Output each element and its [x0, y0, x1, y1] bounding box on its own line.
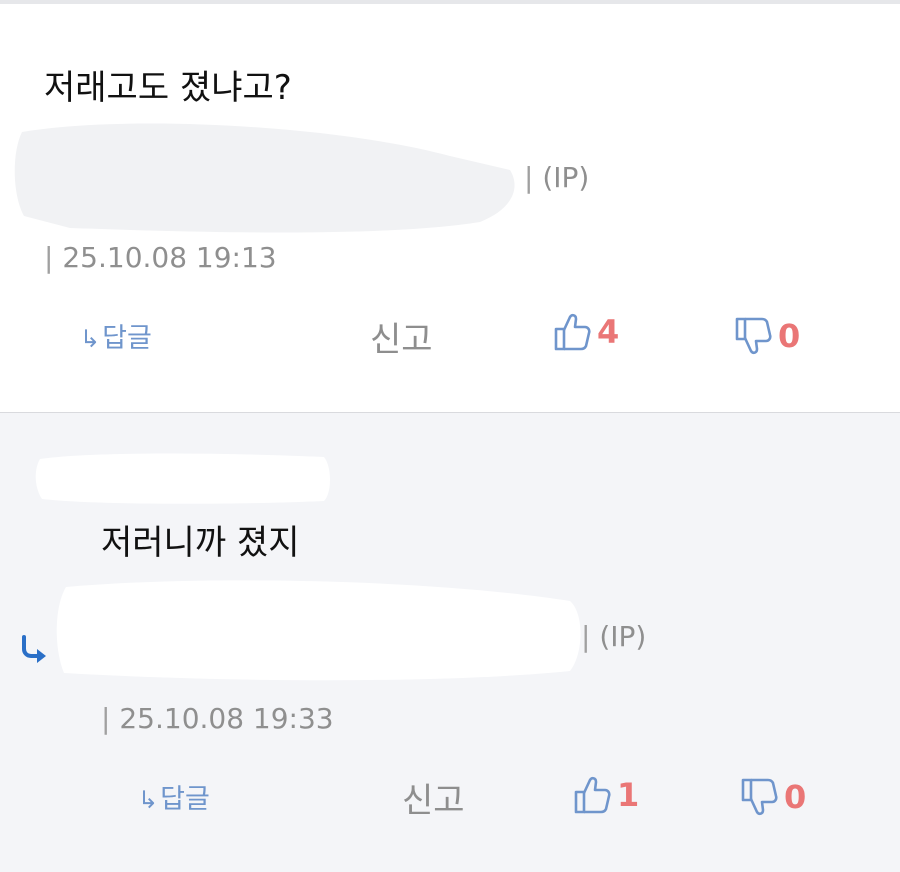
- ip-text: (IP): [599, 620, 647, 653]
- like-count: 4: [597, 313, 620, 351]
- meta-separator: |: [101, 702, 111, 735]
- like-count: 1: [617, 776, 640, 814]
- comment-text: 저러니까 졌지: [101, 523, 300, 563]
- dislike-button[interactable]: 0: [740, 777, 806, 817]
- redacted-author-area: [56, 580, 581, 681]
- dislike-count: 0: [778, 317, 801, 355]
- date-text: 25.10.08 19:33: [119, 702, 334, 735]
- meta-separator: |: [44, 241, 54, 274]
- reply-label: 답글: [102, 323, 152, 354]
- ip-label: | (IP): [581, 620, 646, 653]
- reply-indicator-icon: [22, 635, 46, 663]
- like-button[interactable]: 1: [573, 775, 639, 815]
- thumbs-down-icon: [741, 778, 778, 816]
- date-text: 25.10.08 19:13: [62, 241, 277, 274]
- redacted-author-area: [14, 123, 515, 233]
- reply-button[interactable]: ↳답글: [80, 316, 152, 355]
- reply-label: 답글: [160, 784, 210, 815]
- report-button[interactable]: 신고: [402, 773, 465, 822]
- reply-comment-item: 저러니까 졌지 | (IP) | 25.10.08 19:33 ↳답글 신고 1…: [0, 413, 900, 872]
- comment-text: 저래고도 졌냐고?: [44, 68, 292, 108]
- meta-separator: |: [581, 620, 591, 653]
- comment-date: | 25.10.08 19:13: [44, 241, 277, 274]
- reply-arrow-icon: ↳: [80, 325, 101, 353]
- reply-button[interactable]: ↳답글: [138, 777, 210, 816]
- meta-separator: |: [524, 161, 534, 194]
- dislike-button[interactable]: 0: [734, 316, 800, 356]
- reply-arrow-icon: ↳: [138, 786, 159, 814]
- thumbs-up-icon: [554, 313, 591, 351]
- thumbs-down-icon: [735, 317, 772, 355]
- comment-item: 저래고도 졌냐고? | (IP) | 25.10.08 19:13 ↳답글 신고…: [0, 4, 900, 412]
- redacted-reply-header: [35, 453, 331, 504]
- report-button[interactable]: 신고: [370, 312, 433, 361]
- ip-text: (IP): [542, 161, 590, 194]
- dislike-count: 0: [784, 778, 807, 816]
- ip-label: | (IP): [524, 161, 589, 194]
- thumbs-up-icon: [574, 776, 611, 814]
- comment-date: | 25.10.08 19:33: [101, 702, 334, 735]
- like-button[interactable]: 4: [553, 312, 619, 352]
